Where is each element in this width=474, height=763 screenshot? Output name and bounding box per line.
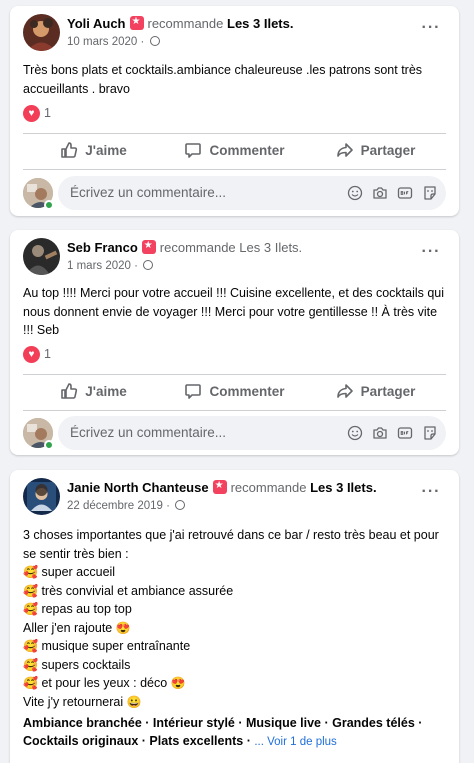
author-name[interactable]: Janie North Chanteuse	[67, 480, 209, 495]
camera-icon[interactable]	[372, 425, 388, 441]
globe-icon	[143, 260, 154, 270]
comment-button[interactable]: Commenter	[164, 134, 305, 166]
gif-icon[interactable]	[397, 425, 413, 441]
share-label: Partager	[360, 142, 416, 158]
heart-reaction-icon: ♥	[23, 105, 40, 123]
comment-composer: Écrivez un commentaire...	[23, 416, 446, 450]
post-line: 🥰 musique super entraînante	[23, 639, 191, 653]
share-arrow-icon	[336, 143, 353, 157]
page-name[interactable]: Les 3 Ilets.	[310, 480, 376, 495]
review-post: Janie North Chanteuse recommande Les 3 Il…	[10, 470, 459, 763]
share-button[interactable]: Partager	[305, 375, 446, 407]
page-name[interactable]: Les 3 Ilets.	[227, 16, 293, 31]
online-status-dot	[44, 440, 54, 450]
post-meta: Seb Franco recommande Les 3 Ilets. 1 mars…	[67, 239, 409, 274]
avatar[interactable]	[23, 238, 60, 275]
post-text: Très bons plats et cocktails.ambiance ch…	[23, 63, 423, 96]
recommend-star-icon	[212, 479, 227, 494]
post-meta: Yoli Auch recommande Les 3 Ilets. 10 mars…	[67, 15, 409, 50]
comment-input[interactable]: Écrivez un commentaire...	[58, 416, 446, 450]
post-header: Yoli Auch recommande Les 3 Ilets. 10 mars…	[23, 14, 449, 54]
post-line: 🥰 et pour les yeux : déco 😍	[23, 676, 186, 690]
thumbs-up-icon	[61, 142, 78, 158]
post-header: Janie North Chanteuse recommande Les 3 Il…	[23, 478, 449, 518]
recommend-star-icon	[141, 239, 156, 254]
tags-line: Ambiance branchée · Intérieur stylé · Mu…	[23, 716, 423, 730]
post-intro: 3 choses importantes que j'ai retrouvé d…	[23, 528, 439, 561]
post-text: 3 choses importantes que j'ai retrouvé d…	[23, 526, 447, 711]
comment-button[interactable]: Commenter	[164, 375, 305, 407]
author-name[interactable]: Yoli Auch	[67, 16, 126, 31]
post-date[interactable]: 1 mars 2020 ·	[67, 260, 138, 272]
post-line: Aller j'en rajoute 😍	[23, 620, 131, 635]
reaction-count: 1	[44, 347, 51, 361]
reaction-summary[interactable]: ♥ 1	[23, 104, 51, 123]
globe-icon	[149, 36, 160, 46]
recommends-label: recommande	[159, 240, 236, 255]
comment-placeholder: Écrivez un commentaire...	[70, 425, 227, 440]
post-date[interactable]: 10 mars 2020 ·	[67, 36, 144, 48]
avatar[interactable]	[23, 478, 60, 515]
divider	[23, 169, 446, 170]
post-line: 🥰 repas au top top	[23, 602, 132, 616]
recommends-label: recommande	[230, 480, 307, 495]
composer-icons	[347, 425, 438, 441]
comment-placeholder: Écrivez un commentaire...	[70, 185, 227, 200]
action-bar: J'aime Commenter Partager	[23, 375, 446, 407]
tags-line: Cocktails originaux · Plats excellents ·…	[23, 734, 337, 748]
post-date[interactable]: 22 décembre 2019 ·	[67, 500, 170, 512]
post-line: 🥰 super accueil	[23, 565, 116, 579]
post-line: 🥰 supers cocktails	[23, 657, 131, 672]
composer-icons	[347, 185, 438, 201]
reaction-summary[interactable]: ♥ 1	[23, 345, 51, 364]
divider	[23, 410, 446, 411]
more-options-icon[interactable]: ···	[419, 20, 443, 40]
gif-icon[interactable]	[397, 185, 413, 201]
camera-icon[interactable]	[372, 185, 388, 201]
comment-bubble-icon	[185, 384, 202, 399]
comment-bubble-icon	[185, 143, 202, 158]
reaction-count: 1	[44, 106, 51, 120]
thumbs-up-icon	[61, 383, 78, 399]
review-post: Seb Franco recommande Les 3 Ilets. 1 mars…	[10, 230, 459, 455]
comment-label: Commenter	[209, 383, 285, 399]
share-arrow-icon	[336, 384, 353, 398]
online-status-dot	[44, 200, 54, 210]
like-label: J'aime	[85, 383, 127, 399]
review-post: Yoli Auch recommande Les 3 Ilets. 10 mars…	[10, 6, 459, 216]
post-meta: Janie North Chanteuse recommande Les 3 Il…	[67, 479, 409, 514]
emoji-icon[interactable]	[347, 185, 363, 201]
comment-composer: Écrivez un commentaire...	[23, 176, 446, 210]
more-options-icon[interactable]: ···	[419, 244, 443, 264]
author-name[interactable]: Seb Franco	[67, 240, 138, 255]
review-tags: Ambiance branchée · Intérieur stylé · Mu…	[23, 714, 447, 751]
action-bar: J'aime Commenter Partager	[23, 134, 446, 166]
avatar[interactable]	[23, 14, 60, 51]
like-label: J'aime	[85, 142, 127, 158]
sticker-icon[interactable]	[422, 425, 438, 441]
post-line: Vite j'y retournerai 😀	[23, 694, 142, 709]
recommends-label: recommande	[147, 16, 224, 31]
like-button[interactable]: J'aime	[23, 134, 164, 166]
recommend-star-icon	[129, 15, 144, 30]
comment-input[interactable]: Écrivez un commentaire...	[58, 176, 446, 210]
see-more-link[interactable]: ... Voir 1 de plus	[254, 736, 336, 748]
page-name[interactable]: Les 3 Ilets.	[239, 240, 302, 255]
like-button[interactable]: J'aime	[23, 375, 164, 407]
more-options-icon[interactable]: ···	[419, 484, 443, 504]
emoji-icon[interactable]	[347, 425, 363, 441]
share-button[interactable]: Partager	[305, 134, 446, 166]
globe-icon	[175, 500, 186, 510]
post-header: Seb Franco recommande Les 3 Ilets. 1 mars…	[23, 238, 449, 278]
post-text: Au top !!!! Merci pour votre accueil !!!…	[23, 286, 445, 337]
comment-label: Commenter	[209, 142, 285, 158]
share-label: Partager	[360, 383, 416, 399]
post-line: 🥰 très convivial et ambiance assurée	[23, 583, 234, 598]
heart-reaction-icon: ♥	[23, 346, 40, 364]
sticker-icon[interactable]	[422, 185, 438, 201]
